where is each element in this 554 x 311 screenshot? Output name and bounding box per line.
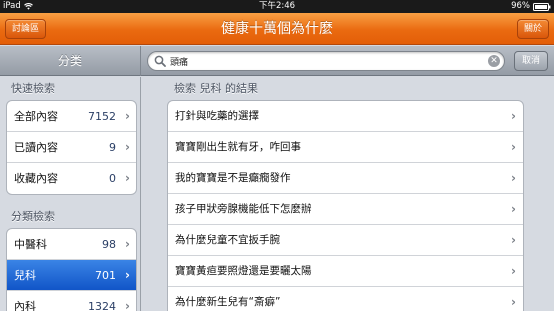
- sidebar-item-count: 701: [95, 269, 116, 282]
- list-item-title: 為什麼兒童不宜扳手腕: [175, 234, 280, 246]
- chevron-right-icon: ›: [125, 109, 130, 123]
- status-right: 96%: [511, 0, 551, 13]
- list-item[interactable]: 為什麼兒童不宜扳手腕 ›: [168, 225, 523, 256]
- list-item[interactable]: 打針與吃藥的選擇 ›: [168, 101, 523, 132]
- chevron-right-icon: ›: [511, 109, 516, 123]
- chevron-right-icon: ›: [125, 140, 130, 154]
- search-input[interactable]: [170, 53, 480, 69]
- quick-search-group: 全部內容 7152 › 已讀內容 9 › 收藏內容 0 ›: [6, 100, 137, 195]
- sidebar-item-tcm[interactable]: 中醫科 98 ›: [7, 229, 136, 260]
- sidebar-item-count: 0: [109, 172, 116, 185]
- status-bar: iPad 下午2:46 96%: [0, 0, 554, 13]
- sidebar-item-count: 9: [109, 141, 116, 154]
- sidebar-item-read[interactable]: 已讀內容 9 ›: [7, 132, 136, 163]
- chevron-right-icon: ›: [125, 299, 130, 311]
- list-item[interactable]: 為什麼新生兒有“斎癖” ›: [168, 287, 523, 311]
- sidebar-item-count: 7152: [88, 110, 116, 123]
- category-group: 中醫科 98 › 兒科 701 › 內科 1324 ›: [6, 228, 137, 311]
- list-item-title: 孩子甲狀旁腺機能低下怎麼辦: [175, 203, 312, 215]
- search-icon: [154, 55, 166, 67]
- chevron-right-icon: ›: [125, 237, 130, 251]
- toolbar-divider: [140, 46, 141, 76]
- sidebar-item-count: 1324: [88, 300, 116, 311]
- sidebar: 快速檢索 全部內容 7152 › 已讀內容 9 › 收藏內容 0 › 分類檢索 …: [0, 77, 140, 311]
- list-item[interactable]: 孩子甲狀旁腺機能低下怎麼辦 ›: [168, 194, 523, 225]
- search-toolbar: 分类 ✕ 取消: [0, 46, 554, 76]
- app-header: 健康十萬個為什麼 討論區 關於: [0, 13, 554, 45]
- chevron-right-icon: ›: [511, 295, 516, 309]
- chevron-right-icon: ›: [511, 202, 516, 216]
- chevron-right-icon: ›: [511, 264, 516, 278]
- sidebar-item-all[interactable]: 全部內容 7152 ›: [7, 101, 136, 132]
- list-item[interactable]: 寶寶黃疸要照燈還是要曬太陽 ›: [168, 256, 523, 287]
- about-button[interactable]: 關於: [516, 19, 549, 39]
- list-item-title: 寶寶剛出生就有牙，咋回事: [175, 141, 301, 153]
- list-item[interactable]: 寶寶剛出生就有牙，咋回事 ›: [168, 132, 523, 163]
- search-bar[interactable]: ✕: [147, 51, 505, 71]
- chevron-right-icon: ›: [125, 268, 130, 282]
- list-item-title: 寶寶黃疸要照燈還是要曬太陽: [175, 265, 312, 277]
- battery-percent: 96%: [511, 1, 530, 11]
- sidebar-item-count: 98: [102, 238, 116, 251]
- chevron-right-icon: ›: [125, 171, 130, 185]
- results-panel: 檢索 兒科 的結果 打針與吃藥的選擇 › 寶寶剛出生就有牙，咋回事 › 我的寶寶…: [141, 77, 554, 311]
- forum-button[interactable]: 討論區: [5, 19, 47, 39]
- list-item-title: 打針與吃藥的選擇: [175, 110, 259, 122]
- app-screen: iPad 下午2:46 96% 健康十萬個為什麼 討論區 關於 分类 頭痛 ✕ …: [0, 0, 554, 311]
- sidebar-item-label: 兒科: [14, 269, 36, 282]
- status-time: 下午2:46: [258, 1, 296, 11]
- sidebar-item-label: 全部內容: [14, 110, 58, 123]
- quick-search-header: 快速檢索: [11, 82, 55, 95]
- list-item[interactable]: 我的寶寶是不是癲癇發作 ›: [168, 163, 523, 194]
- chevron-right-icon: ›: [511, 171, 516, 185]
- app-title: 健康十萬個為什麼: [221, 21, 333, 37]
- sidebar-item-internal-medicine[interactable]: 內科 1324 ›: [7, 291, 136, 311]
- sidebar-item-label: 中醫科: [14, 238, 47, 251]
- sidebar-item-label: 內科: [14, 300, 36, 311]
- sidebar-item-pediatrics[interactable]: 兒科 701 ›: [7, 260, 136, 291]
- clear-search-icon[interactable]: ✕: [488, 55, 500, 67]
- category-panel-title: 分类: [57, 54, 82, 68]
- chevron-right-icon: ›: [511, 233, 516, 247]
- results-list: 打針與吃藥的選擇 › 寶寶剛出生就有牙，咋回事 › 我的寶寶是不是癲癇發作 › …: [167, 100, 524, 311]
- sidebar-item-favorites[interactable]: 收藏內容 0 ›: [7, 163, 136, 194]
- cancel-button[interactable]: 取消: [514, 51, 548, 71]
- results-header: 檢索 兒科 的結果: [174, 82, 258, 95]
- battery-icon: [533, 2, 551, 11]
- category-search-header: 分類檢索: [11, 210, 55, 223]
- list-item-title: 我的寶寶是不是癲癇發作: [175, 172, 291, 184]
- sidebar-item-label: 已讀內容: [14, 141, 58, 154]
- chevron-right-icon: ›: [511, 140, 516, 154]
- list-item-title: 為什麼新生兒有“斎癖”: [175, 296, 281, 308]
- sidebar-item-label: 收藏內容: [14, 172, 58, 185]
